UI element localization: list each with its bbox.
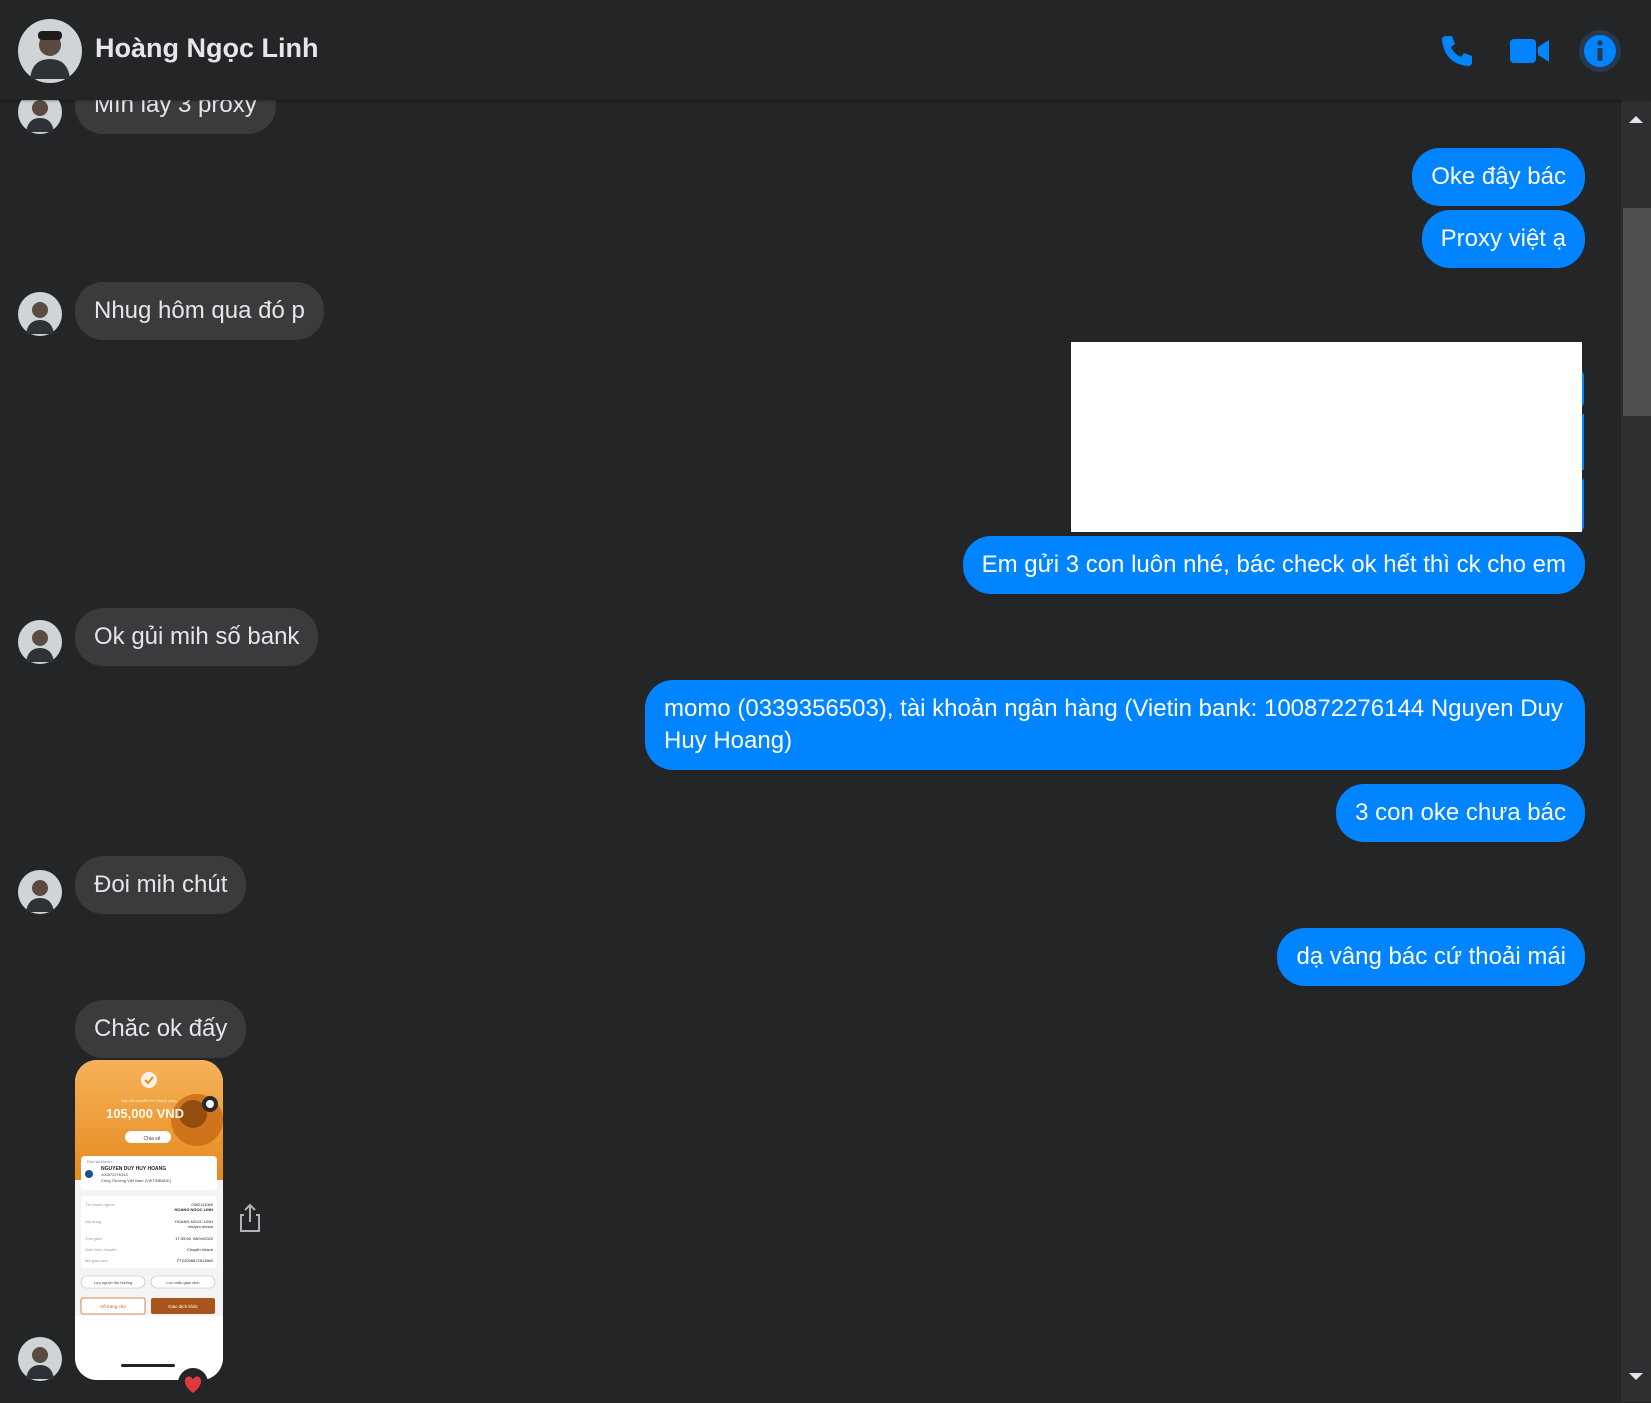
info-icon[interactable]	[1578, 29, 1622, 73]
receipt-recipient-account: 100872276144	[101, 1172, 128, 1177]
receipt-button: Giao dịch khác	[168, 1304, 199, 1309]
receipt-row-label: Mã giao dịch	[85, 1258, 108, 1263]
conversation-header: Hoàng Ngọc Linh	[0, 0, 1651, 100]
sent-image[interactable]	[1071, 342, 1582, 532]
receipt-row-value: HOANG NGOC LINH	[175, 1207, 214, 1212]
receipt-row-value: FT22098872813560	[177, 1258, 214, 1263]
share-icon[interactable]	[236, 1202, 264, 1234]
message-bubble-outgoing[interactable]: 3 con oke chưa bác	[1336, 784, 1585, 842]
receipt-chip: Lưu mẫu giao dịch	[166, 1280, 199, 1285]
receipt-row-label: Nội dung	[85, 1219, 101, 1224]
receipt-button: Về trang chủ	[100, 1303, 126, 1309]
message-bubble-outgoing[interactable]: Proxy việt ạ	[1421, 210, 1585, 268]
message-bubble-incoming[interactable]: Ok gủi mih số bank	[75, 608, 319, 666]
scroll-down-arrow-icon[interactable]	[1626, 1370, 1646, 1384]
message-bubble-incoming[interactable]: Đoi mih chút	[75, 856, 247, 914]
receipt-recipient-label: Đến tài khoản	[87, 1159, 112, 1164]
contact-avatar-small[interactable]	[18, 1337, 62, 1381]
contact-avatar-small[interactable]	[18, 292, 62, 336]
receipt-recipient-bank: Công Thương Việt Nam (VIETINBANK)	[101, 1178, 172, 1183]
phone-icon[interactable]	[1437, 31, 1477, 71]
receipt-row-label: Thời gian	[85, 1236, 102, 1241]
video-call-icon[interactable]	[1508, 31, 1552, 71]
receipt-row-value: chuyen khoan	[188, 1224, 213, 1229]
message-bubble-outgoing[interactable]: Oke đây bác	[1412, 148, 1585, 206]
contact-avatar-small[interactable]	[18, 620, 62, 664]
receipt-row-value: 17:39:06, 08/04/2022	[175, 1236, 214, 1241]
heart-reaction-icon[interactable]	[178, 1368, 208, 1398]
receipt-amount: 105,000 VND	[106, 1106, 184, 1121]
receipt-row-value: Chuyển nhanh	[187, 1247, 213, 1252]
scrollbar-thumb[interactable]	[1623, 208, 1651, 416]
message-bubble-outgoing[interactable]: Em gửi 3 con luôn nhé, bác check ok hết …	[962, 536, 1585, 594]
receipt-row-label: Hình thức chuyển	[85, 1247, 117, 1252]
message-bubble-incoming[interactable]: Chăc ok đấy	[75, 1000, 247, 1058]
contact-name[interactable]: Hoàng Ngọc Linh	[95, 33, 318, 64]
svg-text:Bạn đã chuyển tiền thành công: Bạn đã chuyển tiền thành công	[121, 1098, 176, 1103]
contact-avatar-small[interactable]	[18, 870, 62, 914]
message-bubble-incoming[interactable]: Nhug hôm qua đó p	[75, 282, 324, 340]
transfer-receipt-image[interactable]: Bạn đã chuyển tiền thành công 105,000 VN…	[75, 1060, 223, 1380]
message-bubble-outgoing[interactable]: momo (0339356503), tài khoản ngân hàng (…	[645, 680, 1585, 770]
scroll-up-arrow-icon[interactable]	[1626, 112, 1646, 126]
receipt-chip: Lưu người thụ hưởng	[94, 1280, 133, 1285]
receipt-row-label: Tài khoản nguồn	[85, 1202, 115, 1207]
contact-avatar[interactable]	[18, 19, 82, 83]
receipt-share-label: Chia sẻ	[144, 1136, 161, 1142]
message-bubble-outgoing[interactable]: dạ vâng bác cứ thoải mái	[1277, 928, 1585, 986]
